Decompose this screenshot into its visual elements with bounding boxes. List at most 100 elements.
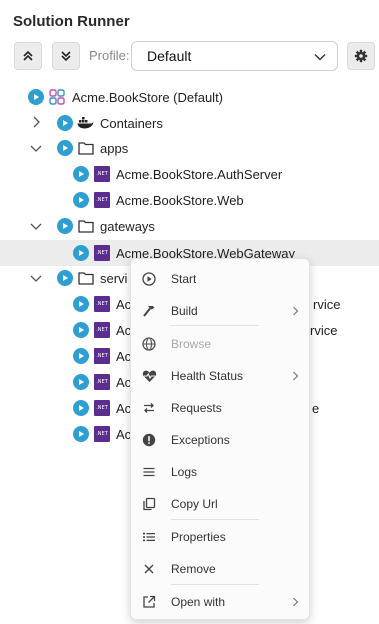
menu-separator: [171, 584, 259, 585]
folder-icon: [78, 272, 94, 285]
play-icon: [34, 94, 39, 100]
swap-arrows-icon: [141, 400, 157, 416]
menu-item-label: Health Status: [171, 369, 244, 383]
play-circle-icon: [141, 271, 157, 287]
settings-button[interactable]: [347, 42, 375, 70]
tree-node-label: Ac: [116, 401, 132, 416]
lines-icon: [141, 464, 157, 480]
play-button[interactable]: [73, 400, 89, 416]
tree-node-label: servi: [100, 271, 128, 286]
solution-icon: [49, 89, 65, 105]
menu-item-requests[interactable]: Requests: [131, 394, 309, 422]
tree-node-label: Ac: [116, 427, 132, 442]
dotnet-icon: .NET: [94, 245, 110, 261]
menu-item-label: Logs: [171, 465, 198, 479]
play-button[interactable]: [57, 140, 73, 156]
tree-node-apps[interactable]: apps: [0, 135, 379, 161]
play-button[interactable]: [57, 218, 73, 234]
menu-item-copy-url[interactable]: Copy Url: [131, 490, 309, 518]
tree-node-web[interactable]: .NET Acme.BookStore.Web: [0, 187, 379, 213]
menu-separator: [171, 519, 259, 520]
play-button[interactable]: [73, 348, 89, 364]
folder-icon: [78, 142, 94, 155]
tree-node-label: Ac: [116, 349, 132, 364]
panel-title: Solution Runner: [13, 13, 130, 30]
tree-node-label: gateways: [100, 219, 155, 234]
folder-icon: [78, 220, 94, 233]
x-icon: [141, 561, 157, 577]
play-icon: [63, 145, 68, 151]
chevron-right-icon[interactable]: [31, 116, 41, 128]
menu-item-logs[interactable]: Logs: [131, 458, 309, 486]
globe-icon: [141, 336, 157, 352]
play-icon: [79, 197, 84, 203]
play-icon: [79, 379, 84, 385]
collapse-all-button[interactable]: [14, 42, 42, 70]
dotnet-icon: .NET: [94, 426, 110, 442]
menu-item-health-status[interactable]: Health Status: [131, 362, 309, 390]
chevron-right-icon: [293, 306, 299, 316]
chevron-down-icon[interactable]: [30, 143, 42, 153]
menu-item-build[interactable]: Build: [131, 297, 309, 325]
chevron-down-icon: [314, 54, 326, 61]
menu-item-label: Properties: [171, 530, 226, 544]
tree-node-label-suffix: rvice: [310, 323, 338, 338]
chevron-down-icon[interactable]: [30, 221, 42, 231]
gear-icon: [354, 49, 368, 63]
tree-node-label: Ac: [116, 297, 132, 312]
play-button[interactable]: [57, 270, 73, 286]
menu-item-open-with[interactable]: Open with: [131, 588, 309, 616]
list-icon: [141, 529, 157, 545]
play-button[interactable]: [28, 89, 44, 105]
menu-item-start[interactable]: Start: [131, 265, 309, 293]
menu-item-label: Exceptions: [171, 433, 230, 447]
tree-node-containers[interactable]: Containers: [0, 110, 379, 136]
expand-all-button[interactable]: [52, 42, 80, 70]
dotnet-icon: .NET: [94, 296, 110, 312]
chevron-right-icon: [293, 371, 299, 381]
tree-node-authserver[interactable]: .NET Acme.BookStore.AuthServer: [0, 161, 379, 187]
menu-item-label: Browse: [171, 337, 212, 351]
profile-select-value: Default: [147, 48, 192, 64]
chevron-down-icon[interactable]: [30, 273, 42, 283]
play-icon: [79, 171, 84, 177]
tree-node-label: Containers: [100, 116, 163, 131]
menu-item-label: Remove: [171, 562, 216, 576]
profile-label: Profile:: [89, 48, 130, 63]
dotnet-icon: .NET: [94, 166, 110, 182]
play-button[interactable]: [73, 166, 89, 182]
menu-item-exceptions[interactable]: Exceptions: [131, 426, 309, 454]
tree-node-label: Ac: [116, 375, 132, 390]
play-button[interactable]: [73, 296, 89, 312]
play-button[interactable]: [57, 115, 73, 131]
play-button[interactable]: [73, 192, 89, 208]
tree-node-label: Ac: [116, 323, 132, 338]
play-button[interactable]: [73, 426, 89, 442]
tree-node-gateways[interactable]: gateways: [0, 213, 379, 239]
menu-item-label: Requests: [171, 401, 222, 415]
play-icon: [79, 250, 84, 256]
play-icon: [63, 120, 68, 126]
tree-node-label-suffix: e: [312, 401, 320, 416]
context-menu: Start Build Browse Health Status Request…: [130, 258, 310, 620]
play-icon: [79, 405, 84, 411]
menu-item-label: Start: [171, 272, 197, 286]
chevrons-down-icon: [61, 51, 71, 62]
play-button[interactable]: [73, 374, 89, 390]
play-icon: [79, 431, 84, 437]
play-button[interactable]: [73, 245, 89, 261]
dotnet-icon: .NET: [94, 322, 110, 338]
menu-item-browse: Browse: [131, 330, 309, 358]
menu-item-remove[interactable]: Remove: [131, 555, 309, 583]
play-button[interactable]: [73, 322, 89, 338]
menu-separator: [171, 325, 259, 326]
menu-item-properties[interactable]: Properties: [131, 523, 309, 551]
hammer-icon: [141, 303, 157, 319]
tree-node-solution[interactable]: Acme.BookStore (Default): [0, 84, 379, 110]
docker-icon: [77, 117, 94, 129]
menu-item-label: Build: [171, 304, 198, 318]
profile-select[interactable]: Default: [131, 41, 338, 71]
tree-node-label-suffix: rvice: [313, 297, 341, 312]
heart-pulse-icon: [141, 368, 157, 384]
external-link-icon: [141, 594, 157, 610]
